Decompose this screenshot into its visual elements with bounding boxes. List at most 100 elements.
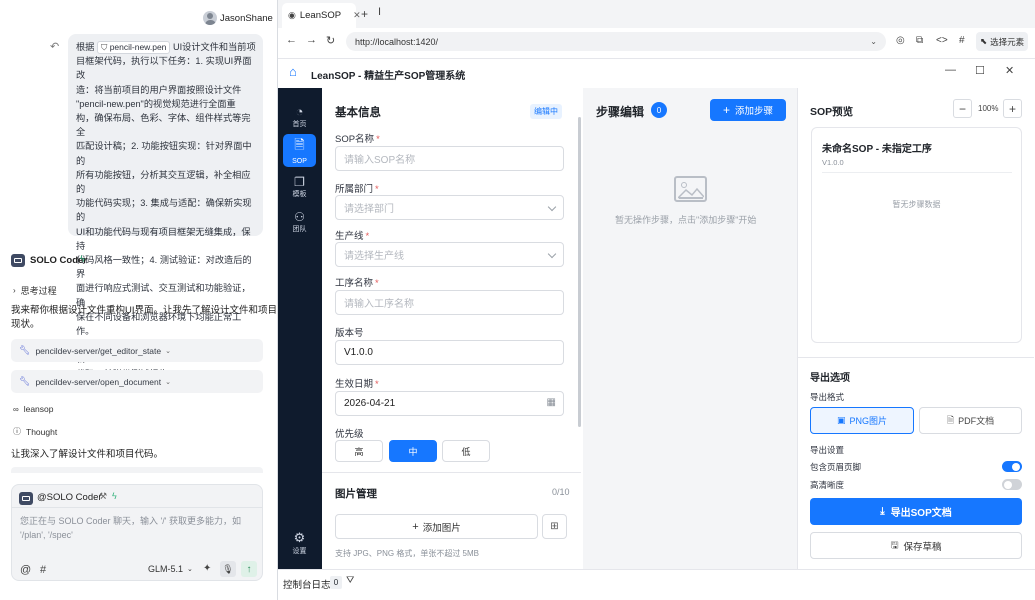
add-image-button[interactable]: + 添加图片 <box>335 514 538 539</box>
tool-call-get-editor-state[interactable]: 🔧︎ pencildev-server/get_editor_state ⌄ <box>11 339 263 362</box>
team-icon: ⚇ <box>294 209 305 224</box>
divider <box>278 58 1035 59</box>
format-pdf-button[interactable]: 🗎 PDF文档 <box>919 407 1022 434</box>
line-select[interactable]: 请选择生产线 <box>335 242 564 267</box>
console-count: 0 <box>330 576 342 589</box>
header-footer-toggle[interactable] <box>1002 461 1022 472</box>
hd-toggle[interactable] <box>1002 479 1022 490</box>
filter-icon[interactable]: ⛛ <box>346 575 354 586</box>
leansop-reference[interactable]: ∞ leansop <box>13 404 53 414</box>
glasses-icon: ∞ <box>13 404 19 414</box>
steps-title: 步骤编辑 <box>596 105 645 119</box>
file-chip[interactable]: ⛉ pencil-new.pen <box>96 41 171 54</box>
zoom-out-button[interactable]: − <box>953 99 972 118</box>
chat-panel: JasonShane ↶ 根据 ⛉ pencil-new.pen UI设计文件和… <box>0 0 277 600</box>
nav-team[interactable]: ⚇ 团队 <box>283 205 316 238</box>
thinking-toggle[interactable]: › 思考过程 <box>13 284 57 297</box>
dept-select[interactable]: 请选择部门 <box>335 195 564 220</box>
divider <box>322 472 581 473</box>
chevron-down-icon: ⌄ <box>165 347 171 355</box>
sop-name-label: SOP名称 * <box>335 134 380 145</box>
reload-icon[interactable]: ↻ <box>326 34 335 47</box>
basic-info-title: 基本信息 <box>335 107 381 119</box>
steps-empty-text: 暂无操作步骤，点击"添加步骤"开始 <box>615 215 757 225</box>
date-input[interactable]: 2026-04-21 ▦ <box>335 391 564 416</box>
divider <box>797 88 798 569</box>
image-icon: ▣ <box>836 415 846 425</box>
url-bar[interactable]: http://localhost:1420/ ⌄ <box>346 32 886 51</box>
console-label[interactable]: 控制台日志 <box>283 577 331 591</box>
browser-tab[interactable]: ◉ LeanSOP ✕ <box>282 3 361 28</box>
grid-view-button[interactable]: ⊞ <box>542 514 567 539</box>
priority-low[interactable]: 低 <box>442 440 490 462</box>
send-button[interactable]: ↑ <box>241 561 257 577</box>
steps-panel <box>583 88 797 569</box>
export-title: 导出选项 <box>810 373 850 384</box>
save-draft-button[interactable]: 🖫 保存草稿 <box>810 532 1022 559</box>
code-icon[interactable]: <> <box>936 35 948 46</box>
undo-icon[interactable]: ↶ <box>50 40 59 53</box>
mic-button[interactable]: 🎙︎ <box>220 561 236 577</box>
pick-element-button[interactable]: ⬉ 选择元素 <box>976 32 1028 51</box>
forward-icon[interactable]: → <box>306 34 317 46</box>
shield-icon: ⛉ <box>100 42 110 52</box>
priority-medium[interactable]: 中 <box>389 440 437 462</box>
nav-template[interactable]: ❐ 模板 <box>283 170 316 203</box>
zoom-in-button[interactable]: + <box>1003 99 1022 118</box>
copy-icon[interactable]: ⧉ <box>916 35 923 46</box>
composer: @SOLO Coder ⚒ ϟ 您正在与 SOLO Coder 聊天，输入 '/… <box>11 484 263 581</box>
mention-icon[interactable]: @ <box>20 564 31 576</box>
priority-high[interactable]: 高 <box>335 440 383 462</box>
composer-agent-tag[interactable]: @SOLO Coder <box>37 492 102 503</box>
thought-item[interactable]: ⓘ Thought <box>13 426 57 437</box>
agent-avatar-icon <box>19 492 33 505</box>
dept-label: 所属部门 * <box>335 184 379 195</box>
cursor-icon: ⬉ <box>980 36 988 46</box>
hash-icon[interactable]: # <box>959 35 965 46</box>
back-icon[interactable]: ← <box>286 34 297 46</box>
close-tab-icon[interactable]: ✕ <box>353 10 361 21</box>
scrollbar[interactable] <box>578 117 581 427</box>
maximize-button[interactable]: ☐ <box>975 64 985 77</box>
add-step-button[interactable]: + 添加步骤 <box>710 99 786 121</box>
zoom-level: 100% <box>978 104 999 113</box>
model-selector[interactable]: GLM-5.1 ⌄ <box>148 564 193 574</box>
eye-icon: ◉ <box>288 10 296 20</box>
tools-icon[interactable]: ⚒ <box>99 491 107 502</box>
nav-home[interactable]: ◔ 首页 <box>283 100 316 133</box>
process-label: 工序名称 * <box>335 278 379 289</box>
chevron-right-icon: › <box>13 286 16 295</box>
minimize-button[interactable]: — <box>945 64 956 76</box>
template-icon: ❐ <box>294 174 305 189</box>
preview-doc-title: 未命名SOP - 未指定工序 <box>822 144 932 155</box>
version-label: 版本号 <box>335 328 364 339</box>
chevron-down-icon: ⌄ <box>870 37 877 46</box>
new-tab-button[interactable]: + <box>361 7 368 21</box>
export-settings-label: 导出设置 <box>810 445 845 455</box>
hash-icon[interactable]: # <box>40 564 46 576</box>
nav-settings[interactable]: ⚙ 设置 <box>283 526 316 559</box>
option-header-footer-label: 包含页眉页脚 <box>810 462 862 472</box>
tool-call-open-document[interactable]: 🔧︎ pencildev-server/open_document ⌄ <box>11 370 263 393</box>
chevron-down-icon <box>547 202 557 212</box>
format-png-button[interactable]: ▣ PNG图片 <box>810 407 914 434</box>
info-icon: ⓘ <box>13 427 21 436</box>
grid-icon: ⊞ <box>550 521 559 532</box>
sop-name-input[interactable]: 请输入SOP名称 <box>335 146 564 171</box>
sparkle-icon[interactable]: ✦ <box>203 563 211 574</box>
image-placeholder-icon <box>674 176 707 202</box>
process-input[interactable]: 请输入工序名称 <box>335 290 564 315</box>
preview-empty-text: 暂无步骤数据 <box>892 200 941 209</box>
nav-sop[interactable]: 🗎 SOP <box>283 134 316 167</box>
composer-input[interactable]: 您正在与 SOLO Coder 聊天，输入 '/' 获取更多能力，如 '/pla… <box>20 515 256 542</box>
close-window-button[interactable]: ✕ <box>1005 64 1014 77</box>
text-cursor-icon[interactable]: I <box>378 6 381 18</box>
app-title: LeanSOP - 精益生产SOP管理系统 <box>311 71 466 82</box>
gear-icon: ⚙ <box>293 529 306 545</box>
export-sop-button[interactable]: ⤓ 导出SOP文档 <box>810 498 1022 525</box>
file-icon: 🗎 <box>946 414 955 425</box>
version-input[interactable]: V1.0.0 <box>335 340 564 365</box>
dashboard-icon: ◔ <box>295 104 304 119</box>
home-logo-icon: ⌂ <box>289 64 297 79</box>
target-icon[interactable]: ◎ <box>896 35 905 46</box>
